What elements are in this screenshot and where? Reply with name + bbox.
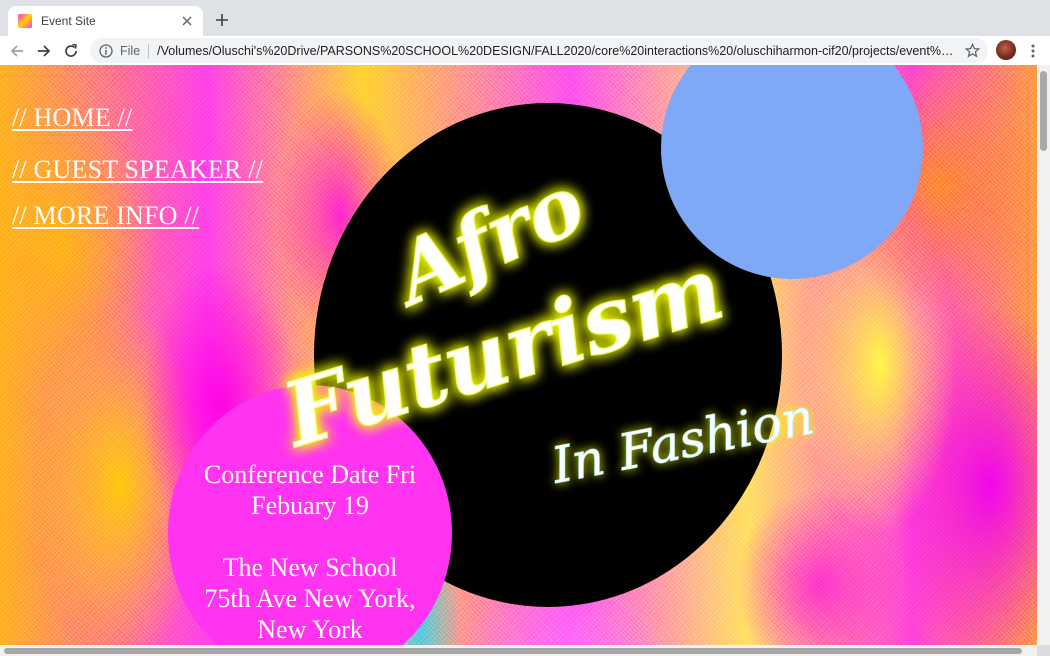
nav-link-guest-speaker[interactable]: // GUEST SPEAKER //: [12, 155, 263, 201]
venue-street: 75th Ave New York,: [204, 584, 416, 613]
venue-name: The New School: [222, 553, 398, 582]
scheme-label: File: [120, 43, 141, 58]
url-text[interactable]: /Volumes/Oluschi's%20Drive/PARSONS%20SCH…: [157, 44, 957, 58]
arrow-left-icon: [10, 45, 23, 57]
bookmark-star-icon[interactable]: [964, 42, 980, 58]
horizontal-scrollbar[interactable]: [0, 645, 1037, 656]
horizontal-scroll-thumb[interactable]: [4, 648, 1022, 654]
arrow-right-icon: [38, 45, 51, 57]
close-icon[interactable]: [179, 13, 195, 29]
nav-link-more-info[interactable]: // MORE INFO //: [12, 201, 263, 231]
browser-tabstrip: Event Site: [0, 0, 1050, 36]
scheme-divider: [148, 43, 150, 58]
favicon-icon: [18, 14, 32, 28]
plus-icon: [216, 14, 228, 26]
subtitle-in-fashion: In Fashion: [546, 387, 818, 495]
address-bar[interactable]: File /Volumes/Oluschi's%20Drive/PARSONS%…: [90, 38, 988, 63]
site-nav: // HOME // // GUEST SPEAKER // // MORE I…: [12, 103, 263, 231]
more-vertical-icon[interactable]: [1024, 40, 1042, 62]
reload-button[interactable]: [60, 40, 82, 62]
back-button[interactable]: [6, 40, 28, 62]
vertical-scrollbar[interactable]: [1037, 65, 1050, 645]
conference-date-day: Febuary 19: [251, 491, 369, 520]
browser-toolbar: File /Volumes/Oluschi's%20Drive/PARSONS%…: [0, 36, 1050, 65]
info-icon[interactable]: [98, 43, 114, 59]
conference-date-line: Conference Date Fri: [203, 460, 417, 489]
page-viewport: Afro Futurism In Fashion // HOME // // G…: [0, 65, 1037, 645]
venue-city: New York: [257, 615, 363, 644]
new-tab-button[interactable]: [210, 8, 234, 32]
tab-title: Event Site: [41, 14, 96, 28]
nav-link-home[interactable]: // HOME //: [12, 103, 263, 155]
vertical-scroll-thumb[interactable]: [1040, 71, 1047, 151]
forward-button[interactable]: [33, 40, 55, 62]
event-info: Conference Date Fri Febuary 19 The New S…: [168, 459, 452, 645]
reload-icon: [65, 43, 77, 57]
scrollbar-corner: [1037, 645, 1050, 656]
browser-tab[interactable]: Event Site: [8, 6, 203, 36]
profile-avatar[interactable]: [996, 40, 1016, 60]
